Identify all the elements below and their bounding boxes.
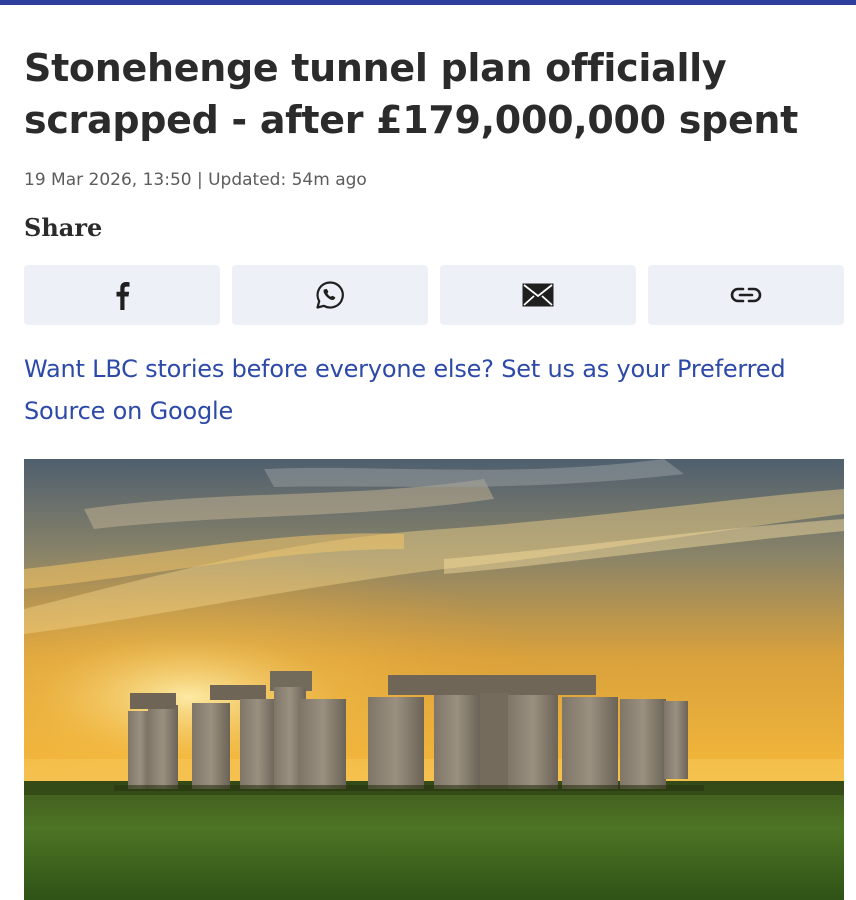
facebook-icon <box>116 282 130 310</box>
share-whatsapp-button[interactable] <box>232 265 428 325</box>
preferred-source-link[interactable]: Want LBC stories before everyone else? S… <box>24 348 834 432</box>
share-buttons <box>24 265 844 325</box>
email-icon <box>522 283 554 307</box>
share-copy-link-button[interactable] <box>648 265 844 325</box>
share-email-button[interactable] <box>440 265 636 325</box>
share-facebook-button[interactable] <box>24 265 220 325</box>
link-icon <box>730 287 762 303</box>
hero-image <box>24 459 844 900</box>
stonehenge-sunset-image <box>24 459 844 900</box>
article-headline: Stonehenge tunnel plan officially scrapp… <box>24 46 799 142</box>
whatsapp-icon <box>316 281 344 309</box>
share-label: Share <box>24 213 103 242</box>
brand-top-bar <box>0 0 856 5</box>
article-timestamp: 19 Mar 2026, 13:50 | Updated: 54m ago <box>24 170 367 190</box>
